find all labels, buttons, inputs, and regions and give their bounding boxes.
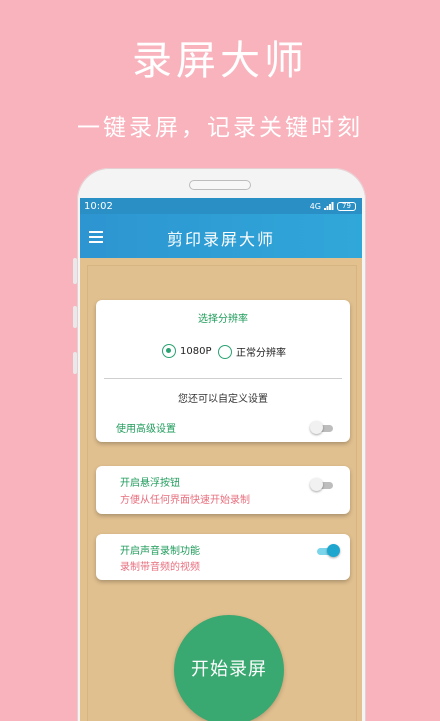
app-bar: 剪印录屏大师 xyxy=(80,214,362,258)
advanced-settings-label: 使用高级设置 xyxy=(116,424,176,435)
app-title: 剪印录屏大师 xyxy=(166,230,275,249)
status-icons: 4G 79 xyxy=(309,201,356,211)
audio-recording-description: 录制带音频的视频 xyxy=(120,562,200,573)
start-recording-button[interactable]: 开始录屏 xyxy=(174,615,284,721)
radio-1080p-label: 1080P xyxy=(180,345,212,357)
radio-normal-resolution[interactable]: 正常分辨率 xyxy=(218,344,286,359)
advanced-settings-toggle[interactable] xyxy=(310,421,336,435)
radio-1080p[interactable]: 1080P xyxy=(162,344,211,358)
radio-checked-icon[interactable] xyxy=(162,344,176,358)
status-bar: 10:02 4G 79 xyxy=(80,198,362,214)
phone-speaker xyxy=(189,180,251,190)
battery-icon: 79 xyxy=(337,201,356,211)
divider xyxy=(104,378,342,379)
radio-normal-label: 正常分辨率 xyxy=(236,348,286,359)
settings-content: 选择分辨率 1080P 正常分辨率 您还可以自定义设置 使用高级设置 开启悬浮按… xyxy=(88,266,356,721)
hero-subtitle: 一键录屏，记录关键时刻 xyxy=(77,115,363,141)
signal-icon xyxy=(324,202,334,210)
floating-button-title: 开启悬浮按钮 xyxy=(120,478,180,489)
floating-button-toggle[interactable] xyxy=(310,478,336,492)
audio-recording-title: 开启声音录制功能 xyxy=(120,546,200,557)
custom-settings-hint: 您还可以自定义设置 xyxy=(178,394,268,405)
resolution-card: 选择分辨率 1080P 正常分辨率 您还可以自定义设置 使用高级设置 xyxy=(96,300,350,442)
phone-screen: 10:02 4G 79 剪印录屏大师 选择分辨率 1080P 正常分辨率 您还可… xyxy=(80,198,362,721)
audio-recording-card: 开启声音录制功能 录制带音频的视频 xyxy=(96,534,350,580)
resolution-heading: 选择分辨率 xyxy=(198,314,248,325)
floating-button-description: 方便从任何界面快速开始录制 xyxy=(120,495,250,506)
hero-title: 录屏大师 xyxy=(132,38,308,84)
floating-button-card: 开启悬浮按钮 方便从任何界面快速开始录制 xyxy=(96,466,350,514)
audio-recording-toggle[interactable] xyxy=(314,544,340,558)
network-label: 4G xyxy=(309,201,321,211)
status-time: 10:02 xyxy=(84,200,113,212)
radio-unchecked-icon[interactable] xyxy=(218,344,232,359)
